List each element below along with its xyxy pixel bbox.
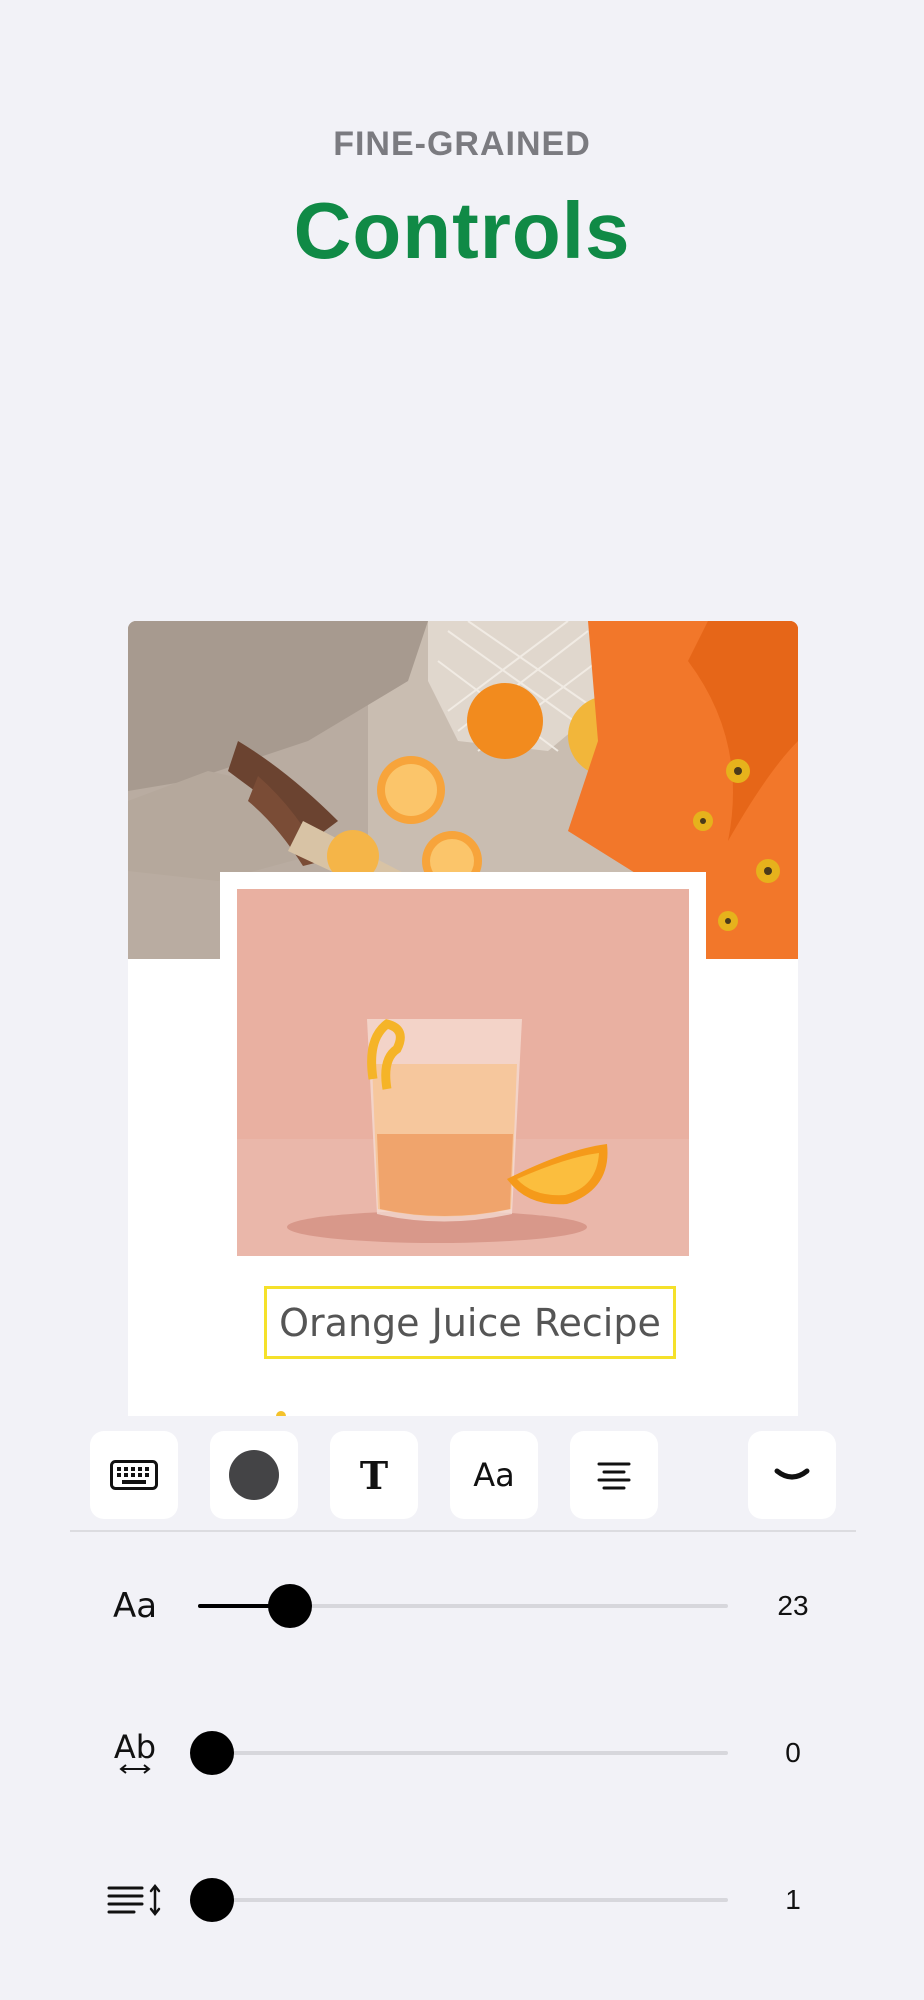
alignment-button[interactable]	[570, 1431, 658, 1519]
text-size-icon: Aa	[112, 1586, 158, 1626]
font-family-button[interactable]: T	[330, 1431, 418, 1519]
selected-text-layer[interactable]: Orange Juice Recipe	[264, 1286, 676, 1359]
section-eyebrow: FINE-GRAINED	[333, 125, 591, 163]
partial-list-item	[276, 1405, 296, 1416]
color-swatch-icon	[229, 1450, 279, 1500]
collapse-button[interactable]	[748, 1431, 836, 1519]
text-size-icon: Aa	[473, 1456, 515, 1494]
design-canvas[interactable]: Orange Juice Recipe	[128, 621, 798, 1416]
text-toolbar: T Aa	[90, 1431, 836, 1519]
letter-spacing-slider[interactable]	[190, 1731, 728, 1775]
keyboard-button[interactable]	[90, 1431, 178, 1519]
letter-spacing-icon: Ab	[100, 1723, 170, 1783]
keyboard-icon	[110, 1460, 158, 1490]
letter-spacing-value: 0	[785, 1737, 801, 1768]
toolbar-divider	[70, 1530, 856, 1532]
line-height-control: 1	[0, 1870, 924, 1930]
font-size-value: 23	[777, 1590, 809, 1621]
line-height-value: 1	[785, 1884, 801, 1915]
slider-thumb[interactable]	[268, 1584, 312, 1628]
page-title: Controls	[293, 186, 631, 275]
line-height-icon	[100, 1870, 170, 1930]
font-size-control: Aa 23	[0, 1576, 924, 1636]
slider-thumb[interactable]	[190, 1878, 234, 1922]
chevron-down-icon	[774, 1468, 810, 1480]
serif-t-icon: T	[359, 1452, 389, 1498]
text-color-button[interactable]	[210, 1431, 298, 1519]
align-center-icon	[597, 1462, 631, 1490]
juice-photo[interactable]	[237, 889, 689, 1256]
letter-spacing-control: Ab 0	[0, 1723, 924, 1783]
bullet-icon	[276, 1411, 286, 1416]
screen: FINE-GRAINED Controls Orange Juice Recip…	[0, 0, 924, 2000]
font-size-button[interactable]: Aa	[450, 1431, 538, 1519]
slider-thumb[interactable]	[190, 1731, 234, 1775]
font-size-slider[interactable]	[198, 1584, 728, 1628]
line-height-slider[interactable]	[190, 1878, 728, 1922]
